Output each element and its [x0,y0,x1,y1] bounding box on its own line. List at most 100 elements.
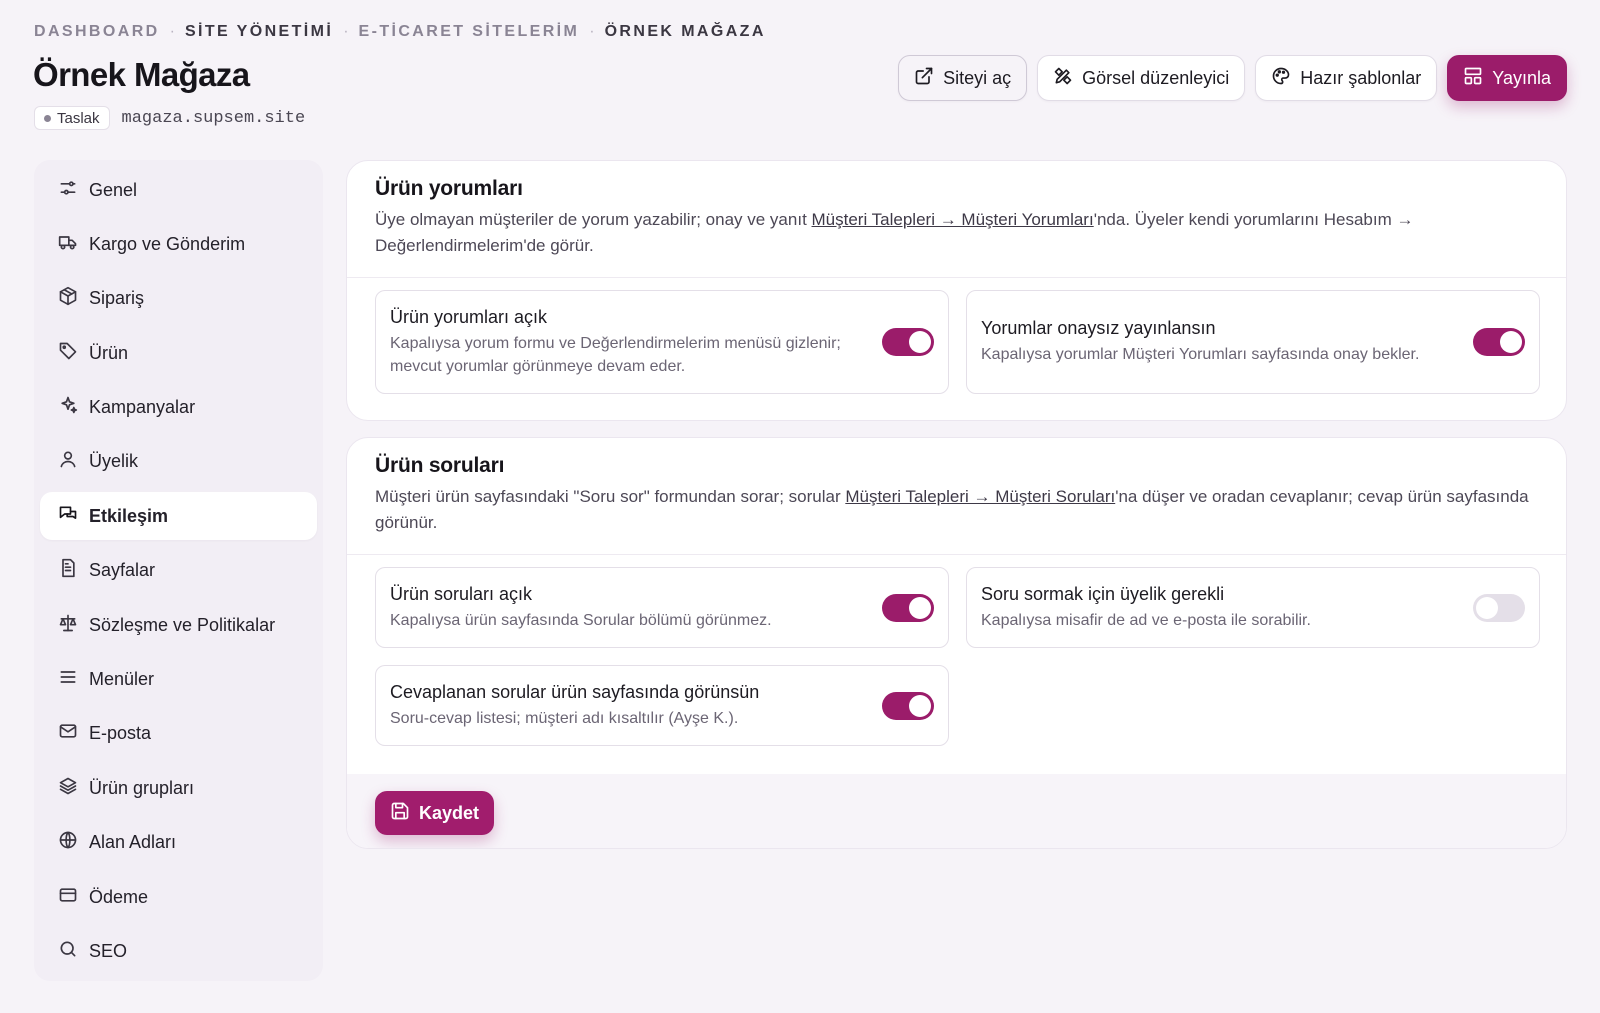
visual-editor-button[interactable]: Görsel düzenleyici [1037,55,1246,101]
option-title: Yorumlar onaysız yayınlansın [981,318,1216,338]
option-title: Cevaplanan sorular ürün sayfasında görün… [390,681,760,702]
sidebar-item-label: Ürün grupları [89,777,195,798]
sidebar-item-label: Üyelik [89,451,139,472]
sidebar-item-membership[interactable]: Üyelik [40,438,317,486]
sidebar-item-label: Alan Adları [89,832,177,853]
questions-require-membership-toggle[interactable] [1473,593,1525,622]
sidebar-item-payment[interactable]: Ödeme [40,873,317,921]
page-title: Örnek Mağaza [33,56,250,93]
sidebar-item-label: Sipariş [89,288,145,309]
reviews-options: Ürün yorumları açık Kapalıysa yorum form… [347,278,1566,394]
option-description: Kapalıysa ürün sayfasında Sorular bölümü… [390,611,772,629]
option-title: Soru sormak için üyelik gerekli [981,583,1225,604]
layout-icon [1463,66,1483,91]
sidebar-item-label: Menüler [89,669,155,690]
option-text: Ürün soruları açık Kapalıysa ürün sayfas… [390,584,772,632]
sidebar-item-seo[interactable]: SEO [40,927,317,975]
globe-icon [58,830,78,855]
status-dot-icon [44,114,51,122]
site-domain: magaza.supsem.site [121,108,306,128]
option-description: Soru-cevap listesi; müşteri adı kısaltıl… [390,709,739,727]
sliders-icon [58,178,78,203]
truck-icon [58,232,78,257]
breadcrumb-separator: · [169,23,175,40]
breadcrumb-separator: · [343,23,349,40]
sidebar-item-policies[interactable]: Sözleşme ve Politikalar [40,601,317,649]
option-description: Kapalıysa misafir de ad ve e-posta ile s… [981,611,1311,629]
reviews-description: Üye olmayan müşteriler de yorum yazabili… [375,207,1538,259]
questions-enabled-toggle[interactable] [882,593,934,622]
menu-icon [58,667,78,692]
sidebar-item-campaigns[interactable]: Kampanyalar [40,384,317,432]
package-icon [58,286,78,311]
sidebar-item-label: E-posta [89,723,152,744]
sidebar-item-email[interactable]: E-posta [40,710,317,758]
publish-label: Yayınla [1492,67,1551,88]
answered-questions-visible-toggle[interactable] [882,691,934,720]
save-button[interactable]: Kaydet [375,791,495,835]
questions-card: Ürün soruları Müşteri ürün sayfasındaki … [346,437,1567,849]
option-text: Soru sormak için üyelik gerekli Kapalıys… [981,584,1311,632]
card-footer: Kaydet [347,774,1566,848]
publish-button[interactable]: Yayınla [1447,55,1567,101]
reviews-title: Ürün yorumları [375,177,523,200]
sidebar-item-genel[interactable]: Genel [40,166,317,214]
breadcrumb-item-dashboard[interactable]: DASHBOARD [34,23,160,41]
sidebar-item-engagement[interactable]: Etkileşim [40,492,317,541]
page: DASHBOARD · SİTE YÖNETİMİ · E-TİCARET Sİ… [0,0,1600,1013]
sidebar-item-pages[interactable]: Sayfalar [40,547,317,595]
sidebar-item-label: Sözleşme ve Politikalar [89,614,276,635]
status-label: Taslak [57,109,100,127]
reviews-desc-text: Üye olmayan müşteriler de yorum yazabili… [375,210,812,229]
chat-icon [58,504,78,529]
reviews-card: Ürün yorumları Üye olmayan müşteriler de… [346,160,1567,421]
save-label: Kaydet [419,802,480,823]
questions-options: Ürün soruları açık Kapalıysa ürün sayfas… [347,555,1566,746]
questions-description: Müşteri ürün sayfasındaki "Soru sor" for… [375,484,1538,536]
templates-label: Hazır şablonlar [1300,67,1422,88]
file-icon [58,558,78,583]
sidebar-item-product-groups[interactable]: Ürün grupları [40,764,317,812]
card-icon [58,885,78,910]
reviews-requests-link[interactable]: Müşteri Talepleri → Müşteri Yorumları [812,210,1094,229]
reviews-auto-publish-toggle[interactable] [1473,328,1525,356]
site-meta: Taslak magaza.supsem.site [34,106,305,130]
open-site-button[interactable]: Siteyi aç [898,55,1028,101]
sidebar-item-label: Etkileşim [89,505,169,526]
option-reviews-auto-publish: Yorumlar onaysız yayınlansın Kapalıysa y… [966,290,1540,394]
option-questions-enabled: Ürün soruları açık Kapalıysa ürün sayfas… [375,567,949,648]
palette-icon [1271,66,1291,91]
user-icon [58,449,78,474]
questions-card-header: Ürün soruları Müşteri ürün sayfasındaki … [347,438,1566,555]
sidebar-item-domains[interactable]: Alan Adları [40,819,317,867]
mail-icon [58,721,78,746]
sidebar-item-label: Ürün [89,342,129,363]
visual-editor-label: Görsel düzenleyici [1082,67,1230,88]
templates-button[interactable]: Hazır şablonlar [1255,55,1438,101]
sparkles-icon [58,395,78,420]
option-answered-questions-visible: Cevaplanan sorular ürün sayfasında görün… [375,665,949,746]
option-questions-require-membership: Soru sormak için üyelik gerekli Kapalıys… [966,567,1540,648]
sidebar-item-label: SEO [89,940,128,961]
option-title: Ürün yorumları açık [390,306,548,327]
open-site-label: Siteyi aç [943,67,1012,88]
settings-sidebar: Genel Kargo ve Gönderim Sipariş Ürün Kam… [34,160,323,981]
sidebar-item-order[interactable]: Sipariş [40,275,317,323]
questions-requests-link[interactable]: Müşteri Talepleri → Müşteri Soruları [845,487,1115,506]
option-title: Ürün soruları açık [390,583,533,604]
breadcrumb-item-site-management[interactable]: SİTE YÖNETİMİ [185,23,333,41]
sidebar-item-menus[interactable]: Menüler [40,656,317,704]
external-link-icon [914,66,934,91]
save-icon [390,801,410,826]
sidebar-item-label: Kampanyalar [89,397,196,418]
pen-ruler-icon [1053,66,1073,91]
option-reviews-enabled: Ürün yorumları açık Kapalıysa yorum form… [375,290,949,394]
option-text: Cevaplanan sorular ürün sayfasında görün… [390,682,759,730]
sidebar-item-product[interactable]: Ürün [40,329,317,377]
reviews-enabled-toggle[interactable] [882,328,934,356]
tag-icon [58,341,78,366]
option-description: Kapalıysa yorumlar Müşteri Yorumları say… [981,346,1420,363]
breadcrumb-item-ecommerce-sites[interactable]: E-TİCARET SİTELERİM [359,23,580,41]
sidebar-item-label: Kargo ve Gönderim [89,233,246,254]
sidebar-item-shipping[interactable]: Kargo ve Gönderim [40,220,317,268]
